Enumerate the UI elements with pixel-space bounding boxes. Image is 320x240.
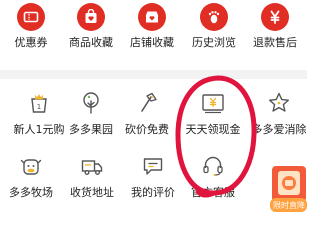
customer-service-label: 官方客服 [191, 186, 235, 199]
match-game-entry[interactable]: 多多爱消除 [249, 90, 307, 137]
daily-cash-label: 天天领现金 [185, 123, 241, 136]
coupon-icon [17, 3, 45, 31]
bargain-free-entry[interactable]: 砍价免费 [117, 90, 177, 137]
my-reviews-label: 我的评价 [131, 186, 175, 199]
shop-heart-icon [138, 3, 166, 31]
crown-bag-icon: 1 [26, 90, 52, 116]
address-label: 收货地址 [70, 186, 114, 199]
section-divider [0, 70, 307, 79]
cash-icon [200, 90, 226, 116]
history-entry[interactable]: 历史浏览 [184, 3, 244, 50]
newcomer-one-yuan-entry[interactable]: 1 新人1元购 [9, 90, 69, 137]
personal-center-menu: 优惠券 商品收藏 店铺收藏 历史浏览 退款售后 1 新人1元购 多多果园 砍价免… [0, 0, 307, 212]
footprint-icon [200, 3, 228, 31]
refund-entry[interactable]: 退款售后 [245, 3, 305, 50]
pasture-entry[interactable]: 多多牧场 [1, 153, 61, 200]
shop-favorites-label: 店铺收藏 [130, 36, 174, 49]
coupon-label: 优惠券 [14, 36, 48, 49]
bargain-free-label: 砍价免费 [125, 123, 169, 136]
orchard-entry[interactable]: 多多果园 [61, 90, 121, 137]
cow-icon [18, 153, 44, 179]
newcomer-one-yuan-label: 新人1元购 [13, 123, 65, 136]
daily-cash-entry[interactable]: 天天领现金 [183, 90, 243, 137]
product-favorites-entry[interactable]: 商品收藏 [61, 3, 121, 50]
tree-icon [78, 90, 104, 116]
refund-label: 退款售后 [253, 36, 297, 49]
heart-bag-icon [77, 3, 105, 31]
match-game-label: 多多爱消除 [251, 123, 307, 136]
headset-icon [200, 153, 226, 179]
address-entry[interactable]: 收货地址 [62, 153, 122, 200]
promo-floating-badge[interactable]: 限时直降 [269, 162, 307, 212]
shop-favorites-entry[interactable]: 店铺收藏 [122, 3, 182, 50]
yuan-refund-icon [261, 3, 289, 31]
promo-label: 限时直降 [273, 201, 305, 210]
coupon-entry[interactable]: 优惠券 [1, 3, 61, 50]
orchard-label: 多多果园 [69, 123, 113, 136]
history-label: 历史浏览 [192, 36, 236, 49]
axe-icon [134, 90, 160, 116]
pasture-label: 多多牧场 [9, 186, 53, 199]
order-shortcuts-row: 优惠券 商品收藏 店铺收藏 历史浏览 退款售后 [0, 0, 307, 64]
comment-icon [140, 153, 166, 179]
customer-service-entry[interactable]: 官方客服 [183, 153, 243, 200]
my-reviews-entry[interactable]: 我的评价 [123, 153, 183, 200]
truck-icon [79, 153, 105, 179]
svg-text:1: 1 [37, 103, 41, 111]
star-icon [266, 90, 292, 116]
product-favorites-label: 商品收藏 [69, 36, 113, 49]
